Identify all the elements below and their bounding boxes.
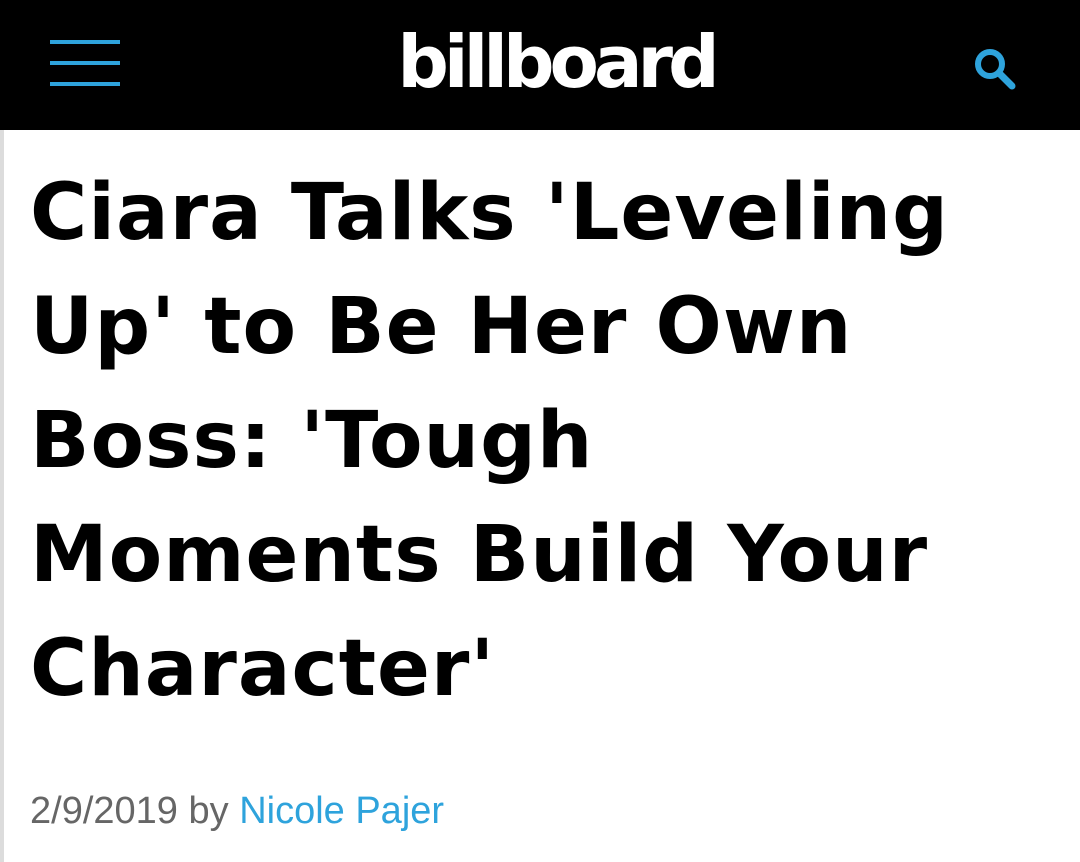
menu-line xyxy=(50,61,120,65)
headline-line: Up' to Be Her Own xyxy=(30,282,853,372)
menu-line xyxy=(50,82,120,86)
article-page: billboard Ciara Talks 'Leveling Up' to B… xyxy=(0,0,1080,862)
headline-line: Ciara Talks 'Leveling xyxy=(30,168,949,258)
byline-by-label: by xyxy=(188,790,229,832)
page-left-border xyxy=(0,130,4,862)
billboard-logo[interactable]: billboard xyxy=(386,12,726,112)
headline-line: Character' xyxy=(30,624,496,714)
site-header: billboard xyxy=(0,0,1080,130)
publish-date: 2/9/2019 xyxy=(30,790,178,832)
search-icon[interactable] xyxy=(968,42,1020,94)
hamburger-menu-icon[interactable] xyxy=(50,40,120,86)
headline-line: Moments Build Your xyxy=(30,510,929,600)
article-headline: Ciara Talks 'Leveling Up' to Be Her Own … xyxy=(30,156,1050,726)
menu-line xyxy=(50,40,120,44)
author-link[interactable]: Nicole Pajer xyxy=(239,790,444,832)
magnifier-glyph xyxy=(975,49,1016,90)
article-byline: 2/9/2019 by Nicole Pajer xyxy=(30,786,444,836)
headline-line: Boss: 'Tough xyxy=(30,396,594,486)
